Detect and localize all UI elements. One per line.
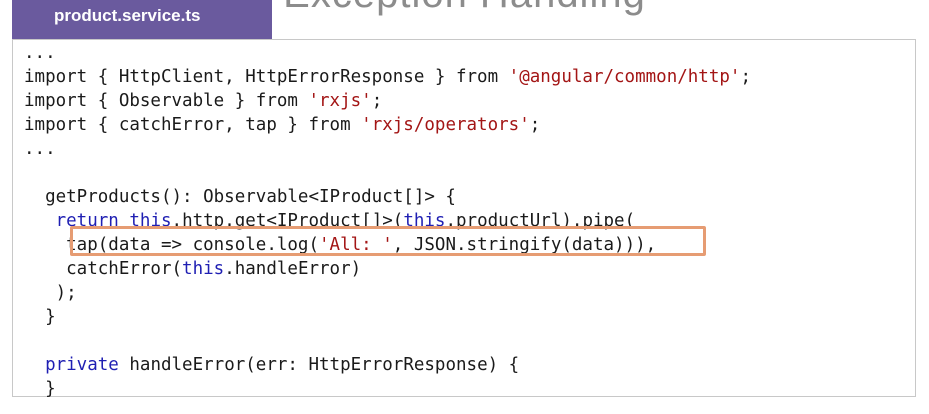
code-line-4: import { catchError, tap } from 'rxjs/op… <box>24 113 751 137</box>
code-line-1: ... <box>24 43 56 63</box>
code-line-12: } <box>24 307 56 327</box>
highlight-box <box>70 226 706 256</box>
code-text: handleError(err: HttpErrorResponse) { <box>118 355 520 375</box>
code-line-3: import { Observable } from 'rxjs'; <box>24 89 751 113</box>
string-literal: 'rxjs/operators' <box>361 115 530 135</box>
string-literal: '@angular/common/http' <box>508 67 741 87</box>
code-block: ... import { HttpClient, HttpErrorRespon… <box>24 41 751 401</box>
code-text: import { HttpClient, HttpErrorResponse }… <box>24 67 509 87</box>
code-text: ; <box>529 115 541 135</box>
code-text: ; <box>371 91 383 111</box>
code-text: catchError( <box>24 259 183 279</box>
keyword: this <box>182 259 225 279</box>
keyword: private <box>45 355 119 375</box>
code-line-2: import { HttpClient, HttpErrorResponse }… <box>24 65 751 89</box>
code-line-11: ); <box>24 283 77 303</box>
code-line-14: private handleError(err: HttpErrorRespon… <box>24 353 751 377</box>
code-line-7: getProducts(): Observable<IProduct[]> { <box>24 187 456 207</box>
code-text: .handleError) <box>224 259 362 279</box>
code-line-10: catchError(this.handleError) <box>24 257 751 281</box>
code-line-15: } <box>24 379 56 399</box>
code-line-5: ... <box>24 139 56 159</box>
code-text: import { catchError, tap } from <box>24 115 362 135</box>
string-literal: 'rxjs' <box>308 91 372 111</box>
file-tab: product.service.ts <box>12 0 272 39</box>
code-text: ; <box>740 67 751 87</box>
code-text: import { Observable } from <box>24 91 309 111</box>
